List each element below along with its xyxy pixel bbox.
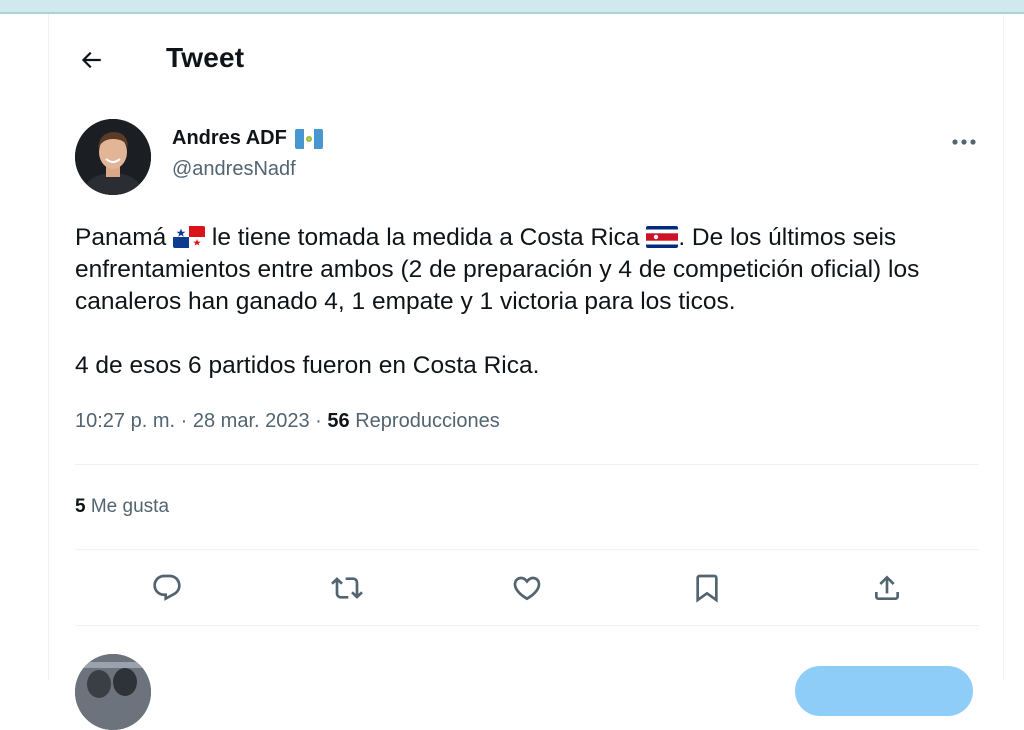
tweet-column: Tweet Andres ADF @andresNadf Panamá le t… [48,14,1004,730]
author-handle[interactable]: @andresNadf [172,158,323,181]
bookmark-button[interactable] [687,568,727,608]
panama-flag-emoji [173,226,206,248]
browser-top-bar [0,0,1024,14]
guatemala-flag-emoji [294,128,323,149]
tweet-paragraph-1: Panamá le tiene tomada la medida a Costa… [75,222,985,318]
views-count: 56 [327,410,350,432]
reply-icon [151,572,183,604]
tweet-text-part-2: le tiene tomada la medida a Costa Rica [205,224,647,251]
divider [75,625,979,626]
author-name: Andres ADF [172,127,287,149]
like-button[interactable] [507,568,547,608]
back-button[interactable] [75,44,107,76]
tweet-date: 28 mar. 2023 [192,410,310,432]
reply-button[interactable] [147,568,187,608]
tweet-actions [75,568,979,612]
bookmark-icon [691,572,723,604]
divider [75,549,979,550]
retweet-icon [331,572,363,604]
heart-icon [511,572,543,604]
meta-separator: · [315,410,322,432]
page-header: Tweet [49,14,1003,104]
reply-submit-button[interactable] [795,666,973,716]
tweet-paragraph-2: 4 de esos 6 partidos fueron en Costa Ric… [75,352,540,379]
views-label: Reproducciones [355,410,500,432]
arrow-left-icon [78,47,104,73]
author-block: Andres ADF @andresNadf [172,127,323,181]
more-options-button[interactable] [947,132,981,152]
costa-rica-flag-emoji [646,226,679,248]
tweet-time: 10:27 p. m. [75,410,176,432]
meta-separator: · [180,410,188,432]
author-name-row[interactable]: Andres ADF [172,127,323,150]
share-icon [871,572,903,604]
tweet-meta: 10:27 p. m. · 28 mar. 2023 · 56 Reproduc… [75,410,500,433]
tweet-text: Panamá le tiene tomada la medida a Costa… [75,222,985,382]
share-button[interactable] [867,568,907,608]
author-avatar[interactable] [75,119,151,195]
page-title: Tweet [166,42,245,73]
more-horizontal-icon [951,138,977,146]
current-user-avatar[interactable] [75,654,151,730]
divider [75,464,979,465]
likes-label: Me gusta [90,496,170,517]
likes-stat[interactable]: 5 Me gusta [75,496,169,518]
tweet-time-link[interactable]: 10:27 p. m. · 28 mar. 2023 [75,410,310,432]
tweet-text-part-1: Panamá [75,224,174,251]
likes-count: 5 [75,496,86,517]
retweet-button[interactable] [327,568,367,608]
